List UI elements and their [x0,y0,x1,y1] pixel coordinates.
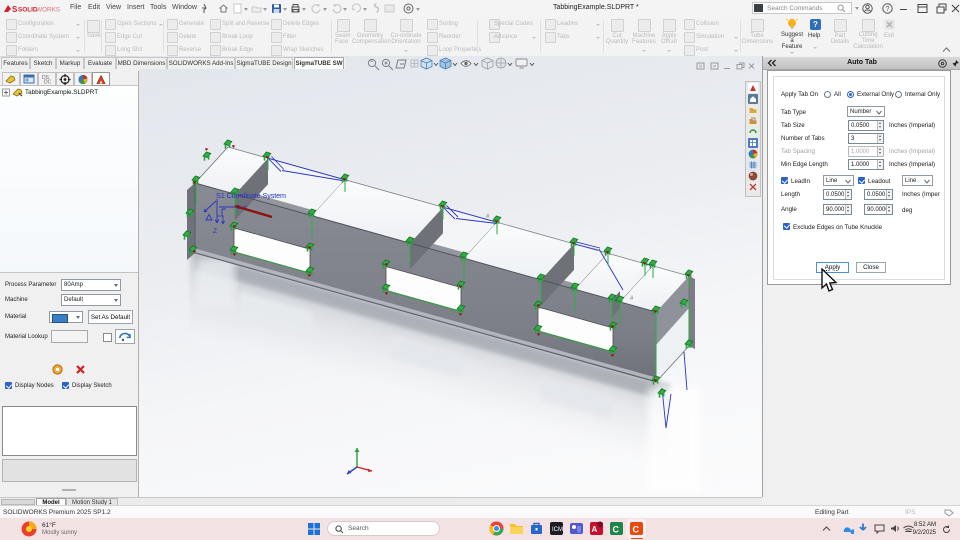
svg-text:Z: Z [213,228,217,235]
svg-text:ICM: ICM [552,527,563,533]
svg-text:A: A [592,525,598,534]
svg-text:C: C [613,525,620,535]
svg-text:DC: DC [44,80,52,85]
svg-text:#: # [486,214,490,220]
svg-text:S1 Coordinate System: S1 Coordinate System [216,191,286,200]
svg-text:C: C [633,525,640,535]
svg-text:WORKS: WORKS [36,7,60,14]
svg-text:?: ? [885,4,889,13]
svg-text:SOLID: SOLID [18,7,38,14]
